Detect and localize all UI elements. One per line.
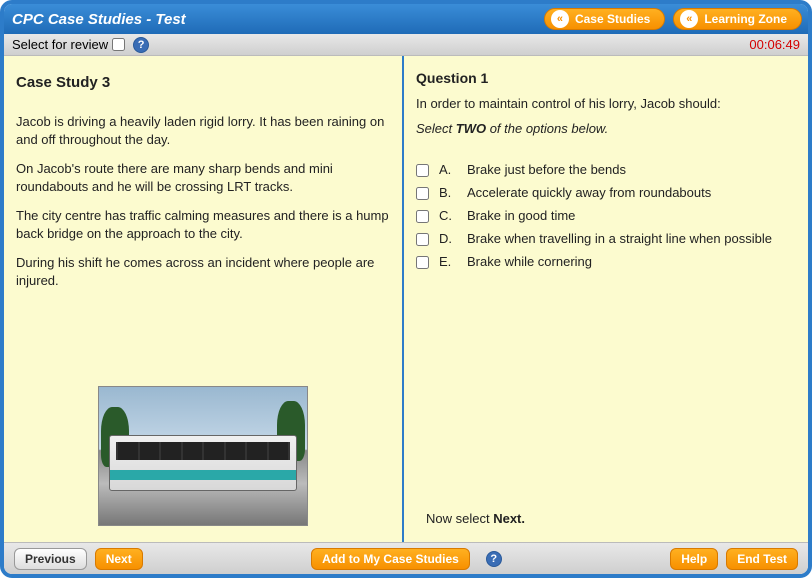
tram-stripe [110,470,296,480]
add-to-case-studies-button[interactable]: Add to My Case Studies [311,548,470,570]
hint-bold: Next. [493,511,525,526]
review-label: Select for review [12,37,108,52]
case-paragraph: The city centre has traffic calming meas… [16,207,390,242]
option-row[interactable]: C. Brake in good time [416,204,796,227]
option-row[interactable]: D. Brake when travelling in a straight l… [416,227,796,250]
option-row[interactable]: A. Brake just before the bends [416,158,796,181]
option-text: Brake while cornering [467,254,796,269]
instruction-bold: TWO [456,121,486,136]
review-toggle[interactable]: Select for review [12,37,125,52]
nav-case-studies[interactable]: « Case Studies [544,8,665,30]
option-checkbox[interactable] [416,164,429,177]
option-letter: A. [439,162,457,177]
review-checkbox[interactable] [112,38,125,51]
option-checkbox[interactable] [416,187,429,200]
nav-learning-zone[interactable]: « Learning Zone [673,8,802,30]
case-paragraph: On Jacob's route there are many sharp be… [16,160,390,195]
hint-text: Now select [426,511,493,526]
option-row[interactable]: B. Accelerate quickly away from roundabo… [416,181,796,204]
tram-windows [116,442,290,460]
end-test-button[interactable]: End Test [726,548,798,570]
option-checkbox[interactable] [416,256,429,269]
nav-label: Case Studies [575,12,650,26]
sub-toolbar: Select for review ? 00:06:49 [4,34,808,56]
option-text: Accelerate quickly away from roundabouts [467,185,796,200]
option-letter: D. [439,231,457,246]
option-letter: B. [439,185,457,200]
now-select-hint: Now select Next. [416,501,796,532]
option-text: Brake when travelling in a straight line… [467,231,796,246]
page-title: CPC Case Studies - Test [12,11,536,28]
option-row[interactable]: E. Brake while cornering [416,250,796,273]
app-frame: CPC Case Studies - Test « Case Studies «… [0,0,812,578]
case-panel: Case Study 3 Jacob is driving a heavily … [4,56,404,542]
help-icon[interactable]: ? [133,37,149,53]
footer-center: Add to My Case Studies ? [151,548,662,570]
case-image-wrap [16,386,390,532]
question-prompt: In order to maintain control of his lorr… [416,96,796,111]
option-text: Brake in good time [467,208,796,223]
question-instruction: Select TWO of the options below. [416,121,796,136]
option-checkbox[interactable] [416,210,429,223]
previous-button[interactable]: Previous [14,548,87,570]
option-checkbox[interactable] [416,233,429,246]
question-heading: Question 1 [416,70,796,86]
help-icon[interactable]: ? [486,551,502,567]
case-heading: Case Study 3 [16,74,390,91]
chevron-left-icon: « [680,10,698,28]
question-panel: Question 1 In order to maintain control … [404,56,808,542]
next-button[interactable]: Next [95,548,143,570]
content-area: Case Study 3 Jacob is driving a heavily … [4,56,808,542]
footer-bar: Previous Next Add to My Case Studies ? H… [4,542,808,574]
nav-label: Learning Zone [704,12,787,26]
instruction-text: of the options below. [486,121,608,136]
option-letter: E. [439,254,457,269]
timer: 00:06:49 [749,37,800,52]
case-paragraph: During his shift he comes across an inci… [16,254,390,289]
instruction-text: Select [416,121,456,136]
option-text: Brake just before the bends [467,162,796,177]
tram-body [109,435,297,491]
help-button[interactable]: Help [670,548,718,570]
case-paragraph: Jacob is driving a heavily laden rigid l… [16,113,390,148]
case-image-tram [98,386,308,526]
header-bar: CPC Case Studies - Test « Case Studies «… [4,4,808,34]
chevron-left-icon: « [551,10,569,28]
option-letter: C. [439,208,457,223]
